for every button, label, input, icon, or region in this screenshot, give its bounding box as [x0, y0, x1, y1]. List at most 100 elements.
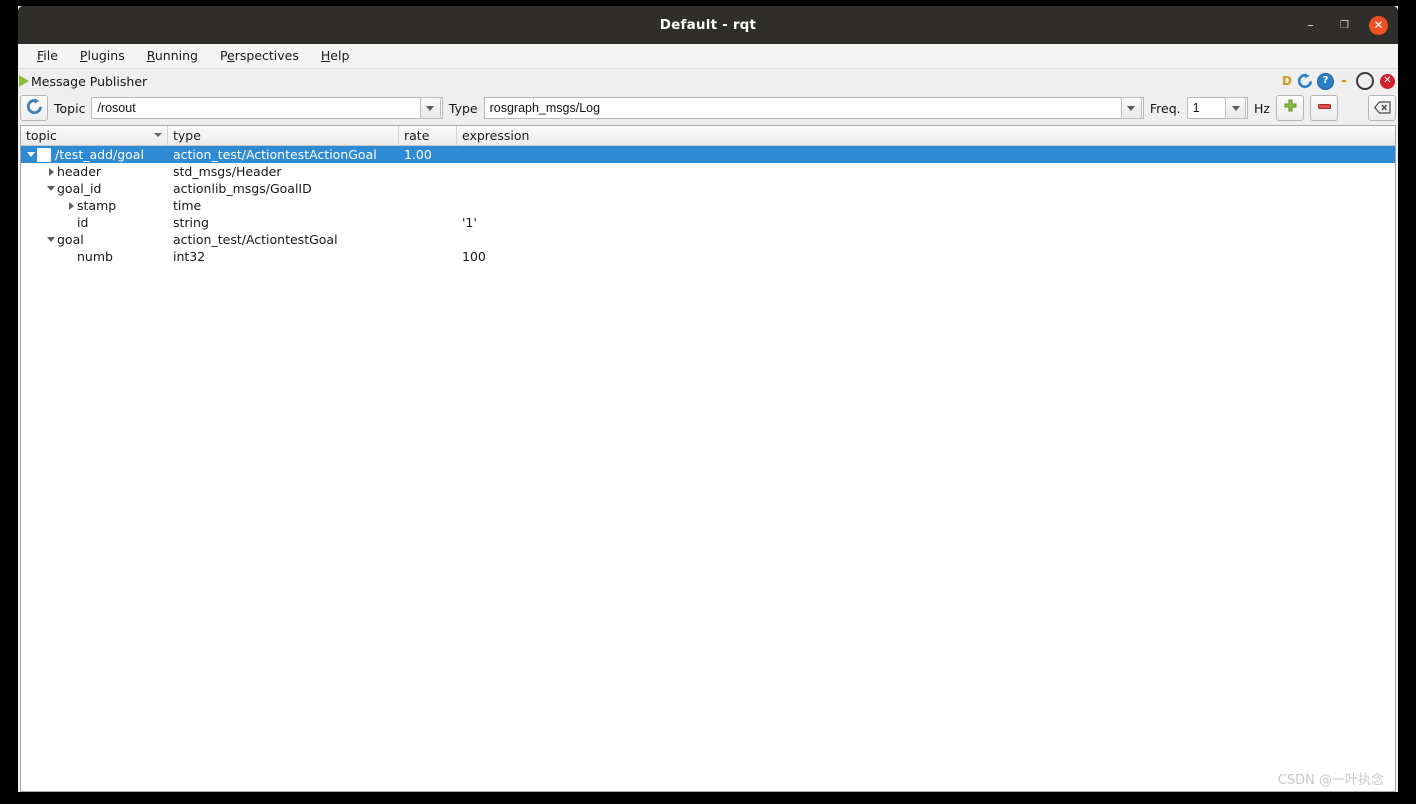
menu-item-running[interactable]: Running — [136, 46, 209, 66]
refresh-topics-button[interactable] — [20, 95, 48, 121]
maximize-icon: ❒ — [1340, 20, 1349, 31]
row-checkbox[interactable] — [37, 147, 51, 162]
column-header-type[interactable]: type — [168, 126, 399, 145]
menu-item-perspectives-prefix: P — [219, 48, 228, 63]
hz-label: Hz — [1254, 100, 1270, 116]
cell-type: int32 — [173, 249, 206, 264]
window-minimize-button[interactable]: – — [1302, 17, 1319, 34]
topic-field-name: goal — [57, 232, 84, 247]
type-input[interactable] — [484, 100, 1121, 116]
clear-backspace-icon — [1373, 99, 1391, 118]
window-title: Default - rqt — [659, 17, 757, 33]
column-header-rate-label: rate — [404, 128, 430, 143]
collapse-triangle-icon[interactable] — [45, 180, 57, 197]
type-dropdown-arrow[interactable] — [1120, 97, 1142, 119]
column-header-type-label: type — [173, 128, 201, 143]
menu-item-help[interactable]: Help — [310, 46, 361, 66]
topic-combobox[interactable] — [91, 97, 443, 119]
menu-item-plugins-label: lugins — [87, 48, 125, 63]
plugin-titlebar: Message Publisher D ? - ✕ — [18, 69, 1398, 93]
type-combobox[interactable] — [483, 97, 1144, 119]
triangle-right-icon — [48, 167, 54, 176]
rqt-main-window: Default - rqt – ❒ ✕ File Plugins Running… — [18, 6, 1398, 792]
tree-header-row: topic type rate expression — [21, 126, 1395, 146]
triangle-down-icon — [27, 152, 35, 157]
close-icon: ✕ — [1373, 18, 1384, 32]
table-row[interactable]: /test_add/goal action_test/ActiontestActi… — [21, 146, 1395, 163]
collapse-triangle-icon[interactable] — [45, 231, 57, 248]
chevron-down-icon — [426, 105, 435, 111]
topic-field-name: id — [77, 215, 89, 230]
add-publisher-button[interactable] — [1276, 95, 1304, 121]
frequency-dropdown-arrow[interactable] — [1225, 97, 1247, 119]
cell-expression[interactable]: 100 — [457, 249, 1395, 264]
cell-topic: header — [21, 163, 168, 180]
window-titlebar: Default - rqt – ❒ ✕ — [18, 6, 1398, 44]
plugin-close-icon: ✕ — [1383, 75, 1392, 86]
menubar: File Plugins Running Perspectives Help — [18, 44, 1398, 69]
table-row[interactable]: id string '1' — [21, 214, 1395, 231]
remove-publisher-button[interactable] — [1310, 95, 1338, 121]
cell-type: time — [173, 198, 202, 213]
plugin-control-group: D ? - ✕ — [1281, 69, 1395, 93]
message-tree-panel: topic type rate expression /test_add/goa… — [20, 125, 1396, 792]
publisher-toolbar: Topic Type Freq. Hz — [18, 93, 1398, 123]
help-question-icon[interactable]: ? — [1317, 72, 1334, 90]
column-header-expression[interactable]: expression — [457, 126, 1395, 145]
topic-field-name: numb — [77, 249, 113, 264]
cell-type: action_test/ActiontestGoal — [173, 232, 338, 247]
cell-topic: numb — [21, 248, 168, 265]
topic-input[interactable] — [92, 100, 420, 116]
minus-icon — [1317, 99, 1332, 118]
frequency-combobox[interactable] — [1186, 97, 1249, 119]
clear-button[interactable] — [1368, 95, 1396, 121]
type-label: Type — [448, 100, 478, 116]
expand-triangle-icon[interactable] — [65, 197, 77, 214]
cell-type: action_test/ActiontestActionGoal — [173, 147, 377, 162]
collapse-triangle-icon[interactable] — [25, 146, 37, 163]
column-header-rate[interactable]: rate — [399, 126, 457, 145]
window-maximize-button[interactable]: ❒ — [1336, 17, 1353, 34]
menu-item-perspectives-mnemonic: e — [227, 48, 235, 63]
play-triangle-icon — [19, 75, 29, 87]
topic-dropdown-arrow[interactable] — [419, 97, 441, 119]
menu-item-help-mnemonic: H — [320, 48, 331, 63]
column-header-expression-label: expression — [462, 128, 530, 143]
menu-item-plugins[interactable]: Plugins — [69, 46, 136, 66]
menu-item-help-label: elp — [330, 48, 350, 63]
freq-label: Freq. — [1149, 100, 1181, 116]
column-header-topic[interactable]: topic — [21, 126, 168, 145]
frequency-input[interactable] — [1187, 100, 1226, 116]
topic-label: Topic — [54, 100, 86, 116]
sort-descending-icon — [154, 133, 162, 137]
plugin-close-button[interactable]: ✕ — [1380, 73, 1395, 89]
cell-topic: /test_add/goal — [21, 146, 168, 163]
table-row[interactable]: stamp time — [21, 197, 1395, 214]
menu-item-file-label: ile — [43, 48, 58, 63]
table-row[interactable]: numb int32 100 — [21, 248, 1395, 265]
table-row[interactable]: goal action_test/ActiontestGoal — [21, 231, 1395, 248]
reload-icon[interactable] — [1297, 73, 1313, 89]
table-row[interactable]: goal_id actionlib_msgs/GoalID — [21, 180, 1395, 197]
window-close-button[interactable]: ✕ — [1369, 16, 1388, 35]
chevron-down-icon — [1127, 105, 1136, 111]
plugin-minimize-button[interactable]: - — [1338, 74, 1350, 88]
menu-item-file[interactable]: File — [26, 46, 69, 66]
topic-field-name: stamp — [77, 198, 117, 213]
cell-expression[interactable]: '1' — [457, 215, 1395, 230]
table-row[interactable]: header std_msgs/Header — [21, 163, 1395, 180]
triangle-down-icon — [47, 186, 55, 191]
tree-body: /test_add/goal action_test/ActiontestActi… — [21, 146, 1395, 791]
cell-topic: id — [21, 214, 168, 231]
topic-field-name: header — [57, 164, 102, 179]
expand-triangle-icon[interactable] — [45, 163, 57, 180]
plugin-float-button[interactable] — [1356, 72, 1374, 90]
chevron-down-icon — [1231, 105, 1240, 111]
topic-field-name: /test_add/goal — [55, 147, 144, 162]
cell-type: std_msgs/Header — [173, 164, 282, 179]
menu-item-perspectives[interactable]: Perspectives — [209, 46, 310, 66]
dock-letter-indicator[interactable]: D — [1281, 74, 1293, 88]
refresh-icon — [26, 97, 43, 119]
cell-topic: stamp — [21, 197, 168, 214]
menu-item-running-label: unning — [154, 48, 198, 63]
